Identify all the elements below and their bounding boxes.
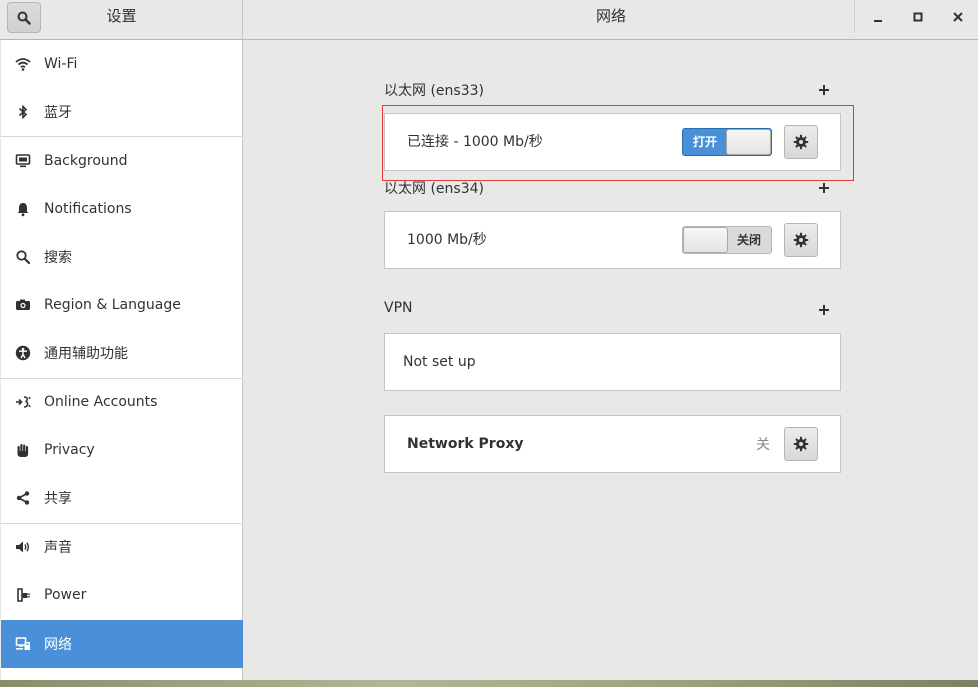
power-plug-icon: [15, 587, 31, 603]
maximize-icon: [913, 12, 923, 22]
sidebar-item-bluetooth[interactable]: 蓝牙: [1, 88, 243, 136]
sidebar-item-notifications[interactable]: Notifications: [1, 185, 243, 233]
plus-icon: [819, 85, 829, 95]
close-button[interactable]: [945, 4, 971, 30]
toggle-label: 打开: [692, 135, 717, 149]
sidebar-item-label: 通用辅助功能: [44, 346, 128, 362]
sidebar-item-privacy[interactable]: Privacy: [1, 426, 243, 474]
sidebar-item-label: 搜索: [44, 250, 72, 266]
toggle-knob: [726, 129, 771, 155]
network-proxy-status: 关: [756, 437, 770, 453]
search-button[interactable]: [7, 2, 41, 33]
ethernet-ens34-settings-button[interactable]: [784, 223, 818, 257]
ethernet-ens33-panel: 已连接 - 1000 Mb/秒 打开: [384, 113, 841, 171]
ethernet-ens34-status: 1000 Mb/秒: [407, 232, 487, 248]
ethernet-ens34-panel: 1000 Mb/秒 关闭: [384, 211, 841, 269]
network-proxy-title: Network Proxy: [407, 436, 524, 452]
header-separator: [854, 0, 855, 33]
sidebar-item-network[interactable]: 网络: [1, 620, 243, 668]
sidebar-item-label: Background: [44, 153, 128, 169]
sidebar-item-label: Notifications: [44, 201, 132, 217]
sidebar-item-label: 共享: [44, 491, 72, 507]
vpn-panel: Not set up: [384, 333, 841, 391]
sidebar-item-online-accounts[interactable]: Online Accounts: [1, 378, 243, 426]
sidebar-item-label: Privacy: [44, 442, 95, 458]
maximize-button[interactable]: [905, 4, 931, 30]
sidebar-header: 设置: [0, 0, 243, 40]
desktop-background-strip: [0, 680, 978, 687]
sidebar-item-region-language[interactable]: Region & Language: [1, 281, 243, 329]
sidebar-item-label: Wi-Fi: [44, 56, 78, 72]
network-icon: [15, 636, 31, 652]
hand-icon: [15, 442, 31, 458]
sidebar-item-label: 网络: [44, 637, 72, 653]
sidebar-item-wifi[interactable]: Wi-Fi: [1, 40, 243, 88]
toggle-knob: [683, 227, 728, 253]
gear-icon: [793, 232, 809, 248]
ethernet-ens34-title: 以太网 (ens34): [384, 181, 484, 197]
sidebar-item-label: 蓝牙: [44, 105, 72, 121]
bell-icon: [15, 201, 31, 217]
toggle-label: 关闭: [736, 233, 761, 247]
ethernet-ens33-status: 已连接 - 1000 Mb/秒: [407, 134, 543, 150]
sidebar-item-label: Power: [44, 587, 87, 603]
add-ethernet-ens34-button[interactable]: [814, 178, 834, 198]
ethernet-ens33-toggle[interactable]: 打开: [682, 128, 772, 156]
search-icon: [15, 249, 31, 265]
plus-icon: [819, 305, 829, 315]
add-vpn-button[interactable]: [814, 300, 834, 320]
sidebar-item-label: 声音: [44, 540, 72, 556]
network-proxy-panel[interactable]: Network Proxy 关: [384, 415, 841, 473]
sidebar: Wi-Fi 蓝牙 Background Notifications 搜索 Reg…: [1, 40, 243, 680]
speaker-icon: [15, 539, 31, 555]
sidebar-item-power[interactable]: Power: [1, 571, 243, 619]
sidebar-item-sharing[interactable]: 共享: [1, 474, 243, 522]
sidebar-item-accessibility[interactable]: 通用辅助功能: [1, 329, 243, 377]
wifi-icon: [15, 56, 31, 72]
bluetooth-icon: [15, 104, 31, 120]
minimize-button[interactable]: [865, 4, 891, 30]
ethernet-ens33-title: 以太网 (ens33): [384, 83, 484, 99]
close-icon: [953, 12, 963, 22]
gear-icon: [793, 436, 809, 452]
online-accounts-icon: [15, 394, 31, 410]
sidebar-item-label: Region & Language: [44, 297, 181, 313]
share-icon: [15, 490, 31, 506]
camera-icon: [15, 297, 31, 313]
vpn-status: Not set up: [403, 354, 476, 370]
display-icon: [15, 153, 31, 169]
vpn-title: VPN: [384, 300, 413, 316]
minimize-icon: [874, 20, 882, 22]
gear-icon: [793, 134, 809, 150]
accessibility-icon: [15, 345, 31, 361]
network-proxy-settings-button[interactable]: [784, 427, 818, 461]
sidebar-item-search[interactable]: 搜索: [1, 233, 243, 281]
sidebar-item-sound[interactable]: 声音: [1, 523, 243, 571]
sidebar-item-label: Online Accounts: [44, 394, 158, 410]
add-ethernet-ens33-button[interactable]: [814, 80, 834, 100]
search-icon: [17, 11, 31, 25]
ethernet-ens34-toggle[interactable]: 关闭: [682, 226, 772, 254]
plus-icon: [819, 183, 829, 193]
sidebar-item-background[interactable]: Background: [1, 137, 243, 185]
ethernet-ens33-settings-button[interactable]: [784, 125, 818, 159]
header-bar: 设置 网络: [0, 0, 978, 40]
